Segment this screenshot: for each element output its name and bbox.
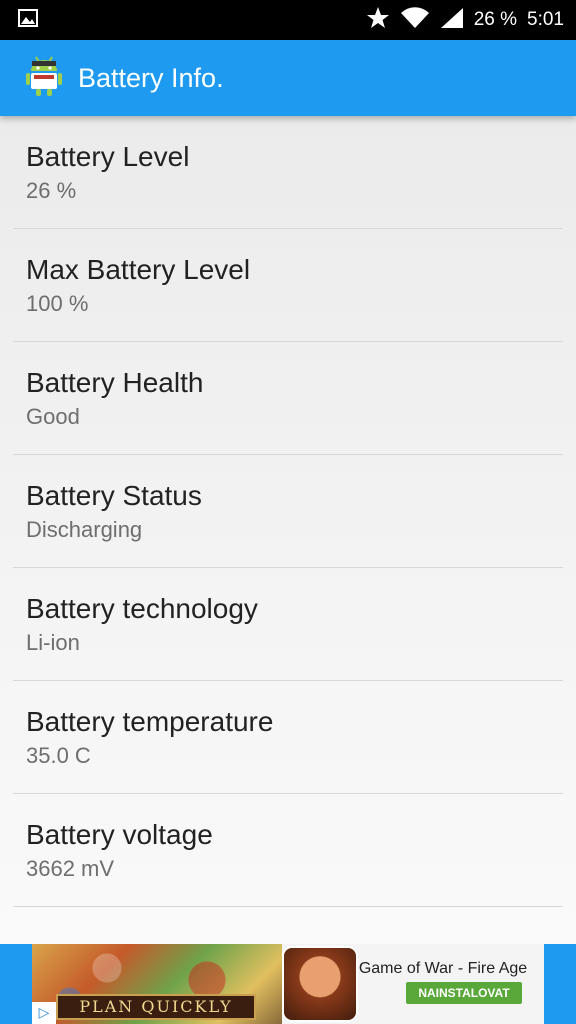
item-label: Battery Status xyxy=(26,480,202,511)
status-bar: 26 % 5:01 xyxy=(0,0,576,40)
ad-content[interactable]: PLAN QUICKLY ▷ Game of War - Fire Age NA… xyxy=(32,944,544,1024)
item-value: 3662 mV xyxy=(26,856,115,881)
item-label: Battery temperature xyxy=(26,706,274,737)
battery-info-list: Battery Level 26 % Max Battery Level 100… xyxy=(0,116,576,944)
adchoices-icon[interactable]: ▷ xyxy=(32,1002,56,1024)
item-label: Battery voltage xyxy=(26,819,213,850)
star-icon xyxy=(366,6,390,34)
clock: 5:01 xyxy=(527,9,564,30)
android-robot-icon xyxy=(26,55,62,101)
item-value: 100 % xyxy=(26,291,89,316)
item-value: 35.0 C xyxy=(26,743,91,768)
item-label: Battery technology xyxy=(26,593,258,624)
ad-banner-text: PLAN QUICKLY xyxy=(56,994,256,1020)
wifi-icon xyxy=(400,7,430,33)
ad-banner[interactable]: PLAN QUICKLY ▷ Game of War - Fire Age NA… xyxy=(0,944,576,1024)
image-notification-icon xyxy=(18,9,38,31)
item-label: Max Battery Level xyxy=(26,254,251,285)
app-bar: Battery Info. xyxy=(0,40,576,116)
item-value: Discharging xyxy=(26,517,143,542)
battery-percent: 26 % xyxy=(473,9,518,30)
list-item-battery-technology[interactable]: Battery technology Li-ion xyxy=(13,568,563,681)
ad-install-button[interactable]: NAINSTALOVAT xyxy=(406,982,522,1004)
list-item-battery-voltage[interactable]: Battery voltage 3662 mV xyxy=(13,794,563,907)
ad-title[interactable]: Game of War - Fire Age xyxy=(348,960,538,978)
list-item-battery-level[interactable]: Battery Level 26 % xyxy=(13,116,563,229)
item-label: Battery Health xyxy=(26,367,204,398)
list-item-battery-status[interactable]: Battery Status Discharging xyxy=(13,455,563,568)
item-value: Good xyxy=(26,404,80,429)
item-value: Li-ion xyxy=(26,630,80,655)
list-item-battery-temperature[interactable]: Battery temperature 35.0 C xyxy=(13,681,563,794)
item-label: Battery Level xyxy=(26,141,190,172)
page-title: Battery Info. xyxy=(78,62,224,93)
ad-app-thumbnail[interactable] xyxy=(282,946,358,1022)
item-value: 26 % xyxy=(26,178,77,203)
signal-icon xyxy=(440,7,464,33)
list-item-battery-health[interactable]: Battery Health Good xyxy=(13,342,563,455)
list-item-max-battery-level[interactable]: Max Battery Level 100 % xyxy=(13,229,563,342)
